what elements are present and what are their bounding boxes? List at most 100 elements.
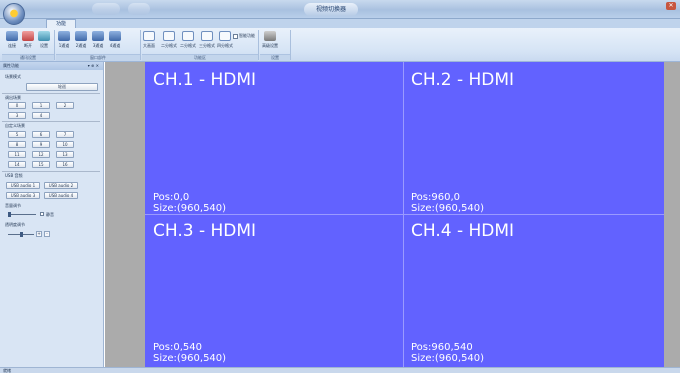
preview-canvas[interactable] (145, 62, 664, 368)
mute-label: 静音 (46, 212, 54, 217)
window-title: 视频切换器 (304, 3, 359, 16)
custom-scene-button[interactable]: 11 (8, 151, 26, 158)
ribbon-group-label: 功能区 (142, 54, 258, 61)
mode-label: 场景模式 (5, 74, 21, 79)
ribbon-group-label: 通讯设置 (2, 54, 54, 61)
channel-icon (58, 31, 70, 41)
status-bar: 就绪 (0, 367, 680, 373)
custom-scene-button[interactable]: 9 (32, 141, 50, 148)
volume-label: 音量调节 (5, 203, 21, 208)
smart-function-checkbox[interactable]: 智能功能 (233, 33, 255, 39)
channel-3-size: Size:(960,540) (153, 353, 227, 364)
channel-2-title[interactable]: CH.2 - HDMI (411, 70, 514, 90)
panel-pin-controls[interactable]: ▾ ⊕ ✕ (88, 62, 99, 70)
layout-split2b-button[interactable]: 二分格式 (180, 30, 196, 54)
disconnect-icon (22, 31, 34, 41)
ribbon-group-separator (54, 30, 55, 60)
tab-functions[interactable]: 功能 (46, 19, 76, 28)
ribbon: 连接 断开 设置 1通道 2通道 3通道 4通道 大画面 二分格式 二分格式 三… (0, 28, 680, 62)
call-scene-label: 调出场景 (5, 95, 21, 100)
channel-4-button[interactable]: 4通道 (109, 30, 121, 54)
mute-checkbox[interactable] (40, 212, 44, 216)
properties-panel: 属性功能 ▾ ⊕ ✕ 场景模式 轮巡 调出场景 0 1 2 3 4 自定义场景 … (0, 62, 104, 367)
divider (2, 93, 100, 94)
custom-scene-label: 自定义场景 (5, 123, 25, 128)
app-logo-icon: ● (9, 8, 19, 19)
layout-icon (143, 31, 155, 41)
channel-4-size: Size:(960,540) (411, 353, 485, 364)
settings-icon (38, 31, 50, 41)
channel-4-title[interactable]: CH.4 - HDMI (411, 221, 514, 241)
custom-scene-button[interactable]: 6 (32, 131, 50, 138)
layout-icon (201, 31, 213, 41)
panel-title: 属性功能 (3, 63, 19, 68)
channel-3-button[interactable]: 3通道 (92, 30, 104, 54)
layout-split3-button[interactable]: 三分格式 (199, 30, 215, 54)
ribbon-group-label: 设置 (260, 54, 290, 61)
channel-icon (75, 31, 87, 41)
custom-scene-button[interactable]: 16 (56, 161, 74, 168)
scene-button[interactable]: 2 (56, 102, 74, 109)
checkbox-box (233, 33, 238, 39)
usb-audio-button[interactable]: USB audio 4 (44, 192, 78, 199)
channel-1-button[interactable]: 1通道 (58, 30, 70, 54)
panel-header: 属性功能 ▾ ⊕ ✕ (0, 62, 103, 70)
scene-button[interactable]: 1 (32, 102, 50, 109)
quick-access-toolbar[interactable] (92, 3, 120, 15)
scene-button[interactable]: 3 (8, 112, 26, 119)
connect-button[interactable]: 连接 (6, 30, 18, 54)
channel-icon (92, 31, 104, 41)
volume-slider[interactable] (8, 214, 36, 215)
custom-scene-button[interactable]: 8 (8, 141, 26, 148)
advanced-settings-icon (264, 31, 276, 41)
layout-split2-button[interactable]: 二分格式 (161, 30, 177, 54)
settings-button[interactable]: 设置 (38, 30, 50, 54)
quick-access-toolbar-dropdown[interactable] (128, 3, 150, 15)
channel-3-position: Pos:0,540 (153, 342, 202, 353)
ribbon-group-separator (258, 30, 259, 60)
application-menu-button[interactable]: ● (3, 3, 25, 25)
transparency-plus-button[interactable]: + (36, 231, 42, 237)
custom-scene-button[interactable]: 5 (8, 131, 26, 138)
grid-divider-vertical (403, 62, 404, 368)
channel-1-title[interactable]: CH.1 - HDMI (153, 70, 256, 90)
usb-audio-button[interactable]: USB audio 3 (6, 192, 40, 199)
channel-2-button[interactable]: 2通道 (75, 30, 87, 54)
channel-2-position: Pos:960,0 (411, 192, 460, 203)
layout-full-button[interactable]: 大画面 (143, 30, 155, 54)
channel-3-title[interactable]: CH.3 - HDMI (153, 221, 256, 241)
channel-2-size: Size:(960,540) (411, 203, 485, 214)
transparency-minus-button[interactable]: - (44, 231, 50, 237)
ribbon-tab-strip (0, 19, 680, 28)
transparency-slider-thumb[interactable] (20, 232, 23, 237)
layout-icon (163, 31, 175, 41)
channel-4-position: Pos:960,540 (411, 342, 473, 353)
usb-audio-label: USB 音频 (5, 173, 23, 178)
divider (2, 171, 100, 172)
connect-icon (6, 31, 18, 41)
channel-1-position: Pos:0,0 (153, 192, 190, 203)
custom-scene-button[interactable]: 15 (32, 161, 50, 168)
layout-icon (182, 31, 194, 41)
usb-audio-button[interactable]: USB audio 1 (6, 182, 40, 189)
advanced-settings-button[interactable]: 高级设置 (262, 30, 278, 54)
custom-scene-button[interactable]: 7 (56, 131, 74, 138)
layout-icon (219, 31, 231, 41)
disconnect-button[interactable]: 断开 (22, 30, 34, 54)
ribbon-group-separator (290, 30, 291, 60)
ribbon-group-separator (140, 30, 141, 60)
usb-audio-button[interactable]: USB audio 2 (44, 182, 78, 189)
close-window-button[interactable]: ✕ (666, 2, 676, 10)
channel-1-size: Size:(960,540) (153, 203, 227, 214)
volume-slider-thumb[interactable] (8, 212, 11, 217)
layout-split4-button[interactable]: 四分格式 (217, 30, 233, 54)
scene-button[interactable]: 4 (32, 112, 50, 119)
ribbon-group-label: 窗口部件 (56, 54, 140, 61)
custom-scene-button[interactable]: 14 (8, 161, 26, 168)
custom-scene-button[interactable]: 10 (56, 141, 74, 148)
custom-scene-button[interactable]: 13 (56, 151, 74, 158)
scene-button[interactable]: 0 (8, 102, 26, 109)
transparency-label: 透明度调节 (5, 222, 25, 227)
custom-scene-button[interactable]: 12 (32, 151, 50, 158)
tour-mode-button[interactable]: 轮巡 (26, 83, 98, 91)
